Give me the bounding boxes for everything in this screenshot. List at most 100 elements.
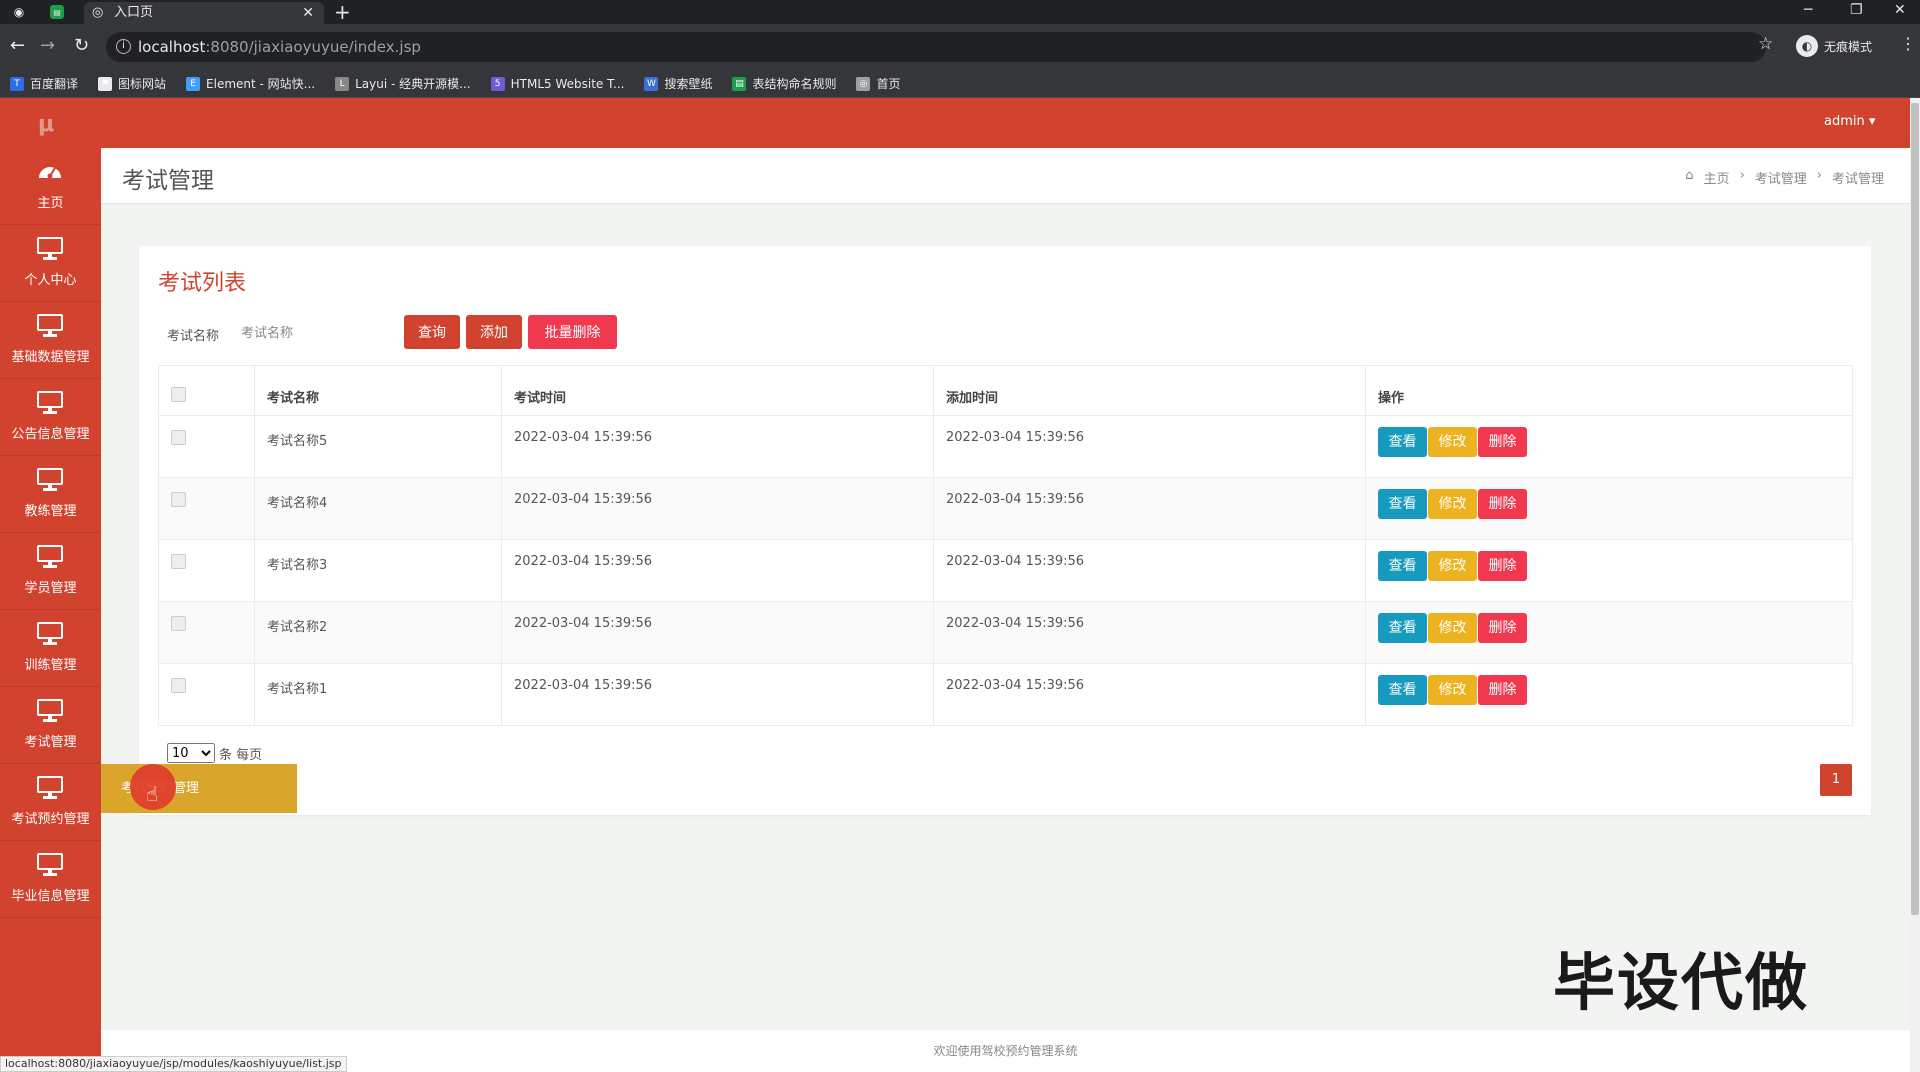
bookmark-item[interactable]: E Element - 网站快... (186, 75, 315, 92)
cell-add-time: 2022-03-04 15:39:56 (933, 663, 1366, 726)
table-row: 考试名称2 2022-03-04 15:39:56 2022-03-04 15:39… (158, 601, 1853, 664)
view-button[interactable]: 查看 (1378, 551, 1427, 581)
sidebar-item[interactable]: 训练管理 (0, 610, 101, 687)
close-window-icon[interactable]: ✕ (1894, 0, 1906, 20)
bookmark-item[interactable]: ◎ 首页 (856, 75, 901, 92)
sidebar-item[interactable]: 毕业信息管理 (0, 841, 101, 918)
edit-button[interactable]: 修改 (1428, 427, 1477, 457)
breadcrumb-home[interactable]: 主页 (1704, 168, 1730, 187)
exam-list-card: 考试列表 考试名称 查询 添加 批量删除 考试名称 考试时间 添加时间 操作 考… (139, 246, 1871, 815)
delete-button[interactable]: 删除 (1478, 427, 1527, 457)
add-button[interactable]: 添加 (466, 315, 522, 349)
bookmark-item[interactable]: L Layui - 经典开源模... (335, 75, 471, 92)
table-header-row: 考试名称 考试时间 添加时间 操作 (158, 365, 1853, 416)
monitor-icon (37, 545, 63, 568)
info-icon[interactable]: i (116, 39, 131, 54)
bookmark-label: Layui - 经典开源模... (355, 77, 471, 91)
browser-menu-icon[interactable]: ⋮ (1900, 34, 1916, 53)
baidu-translate-icon: T (10, 76, 24, 91)
address-bar[interactable]: i localhost:8080/jiaxiaoyuyue/index.jsp (106, 32, 1766, 62)
bookmark-item[interactable]: W 搜索壁纸 (644, 75, 712, 92)
breadcrumb-section[interactable]: 考试管理 (1755, 168, 1807, 187)
page-size-select[interactable]: 10 (167, 743, 215, 763)
exam-name: 考试名称2 (267, 620, 328, 635)
bookmark-item[interactable]: ▤ 表结构命名规则 (732, 75, 836, 92)
sheet-tab-icon[interactable]: ▤ (50, 5, 64, 19)
cell-actions: 查看 修改 删除 (1365, 415, 1853, 478)
bookmark-item[interactable]: T 百度翻译 (10, 75, 78, 92)
dashboard-icon (37, 160, 63, 182)
breadcrumb-separator: › (1739, 168, 1745, 183)
minimize-icon[interactable]: ─ (1804, 0, 1812, 20)
batch-delete-button[interactable]: 批量删除 (528, 315, 617, 349)
browser-tab-strip: ◉ ▤ ◎ 入口页 ✕ + ─ ❐ ✕ (0, 0, 1920, 24)
incognito-icon: ◐ (1796, 35, 1818, 57)
edit-button[interactable]: 修改 (1428, 675, 1477, 705)
row-checkbox[interactable] (171, 554, 186, 569)
pagination-page-1[interactable]: 1 (1820, 764, 1852, 796)
cell-add-time: 2022-03-04 15:39:56 (933, 477, 1366, 540)
monitor-icon (37, 776, 63, 799)
sidebar-item[interactable]: 考试管理 (0, 687, 101, 764)
row-checkbox[interactable] (171, 616, 186, 631)
delete-button[interactable]: 删除 (1478, 489, 1527, 519)
view-button[interactable]: 查看 (1378, 427, 1427, 457)
cell-exam-time: 2022-03-04 15:39:56 (501, 663, 934, 726)
close-tab-icon[interactable]: ✕ (302, 2, 314, 24)
cell-add-time: 2022-03-04 15:39:56 (933, 539, 1366, 602)
breadcrumb-separator: › (1816, 168, 1822, 183)
bookmark-star-icon[interactable]: ☆ (1758, 34, 1773, 54)
html5-icon: 5 (490, 76, 505, 91)
forward-icon[interactable]: → (40, 36, 55, 56)
bookmark-item[interactable]: ⚑ 图标网站 (98, 75, 166, 92)
row-checkbox[interactable] (171, 678, 186, 693)
sidebar-item[interactable]: 考试预约管理 (0, 764, 101, 841)
table-row: 考试名称3 2022-03-04 15:39:56 2022-03-04 15:39… (158, 539, 1853, 602)
monitor-icon (37, 699, 63, 722)
sidebar-item[interactable]: 主页 (0, 148, 101, 225)
new-tab-icon[interactable]: + (334, 0, 351, 24)
browser-app-icon[interactable]: ◉ (10, 3, 28, 21)
view-button[interactable]: 查看 (1378, 675, 1427, 705)
view-button[interactable]: 查看 (1378, 613, 1427, 643)
select-all-checkbox[interactable] (171, 387, 186, 402)
row-checkbox[interactable] (171, 492, 186, 507)
delete-button[interactable]: 删除 (1478, 551, 1527, 581)
cell-add-time: 2022-03-04 15:39:56 (933, 415, 1366, 478)
row-checkbox[interactable] (171, 430, 186, 445)
sidebar-item[interactable]: 个人中心 (0, 225, 101, 302)
bookmark-label: 首页 (876, 77, 901, 91)
row-select-cell (158, 539, 255, 602)
delete-button[interactable]: 删除 (1478, 675, 1527, 705)
active-tab[interactable]: ◎ 入口页 ✕ (84, 2, 324, 24)
sidebar-item[interactable]: 公告信息管理 (0, 379, 101, 456)
edit-button[interactable]: 修改 (1428, 613, 1477, 643)
monitor-icon (37, 622, 63, 645)
bookmark-item[interactable]: 5 HTML5 Website T... (490, 76, 624, 91)
incognito-indicator[interactable]: ◐ 无痕模式 (1796, 35, 1872, 57)
reload-icon[interactable]: ↻ (74, 36, 89, 56)
cell-exam-time: 2022-03-04 15:39:56 (501, 601, 934, 664)
exam-name-search-input[interactable] (237, 318, 397, 348)
exam-time: 2022-03-04 15:39:56 (514, 554, 653, 569)
view-button[interactable]: 查看 (1378, 489, 1427, 519)
sidebar-item[interactable]: 学员管理 (0, 533, 101, 610)
globe-icon: ◎ (92, 5, 104, 20)
sidebar-item[interactable]: 基础数据管理 (0, 302, 101, 379)
sidebar-item-label: 毕业信息管理 (11, 889, 90, 904)
exam-table: 考试名称 考试时间 添加时间 操作 考试名称5 2022-03-04 15:39:… (158, 365, 1853, 726)
url-path: :8080/jiaxiaoyuyue/index.jsp (205, 38, 421, 56)
search-button[interactable]: 查询 (404, 315, 460, 349)
edit-button[interactable]: 修改 (1428, 551, 1477, 581)
exam-name: 考试名称3 (267, 558, 328, 573)
back-icon[interactable]: ← (10, 36, 25, 56)
edit-button[interactable]: 修改 (1428, 489, 1477, 519)
page-header: 考试管理 ⌂ 主页 › 考试管理 › 考试管理 (101, 148, 1910, 204)
restore-icon[interactable]: ❐ (1850, 0, 1863, 20)
delete-button[interactable]: 删除 (1478, 613, 1527, 643)
status-bar-url: localhost:8080/jiaxiaoyuyue/jsp/modules/… (0, 1056, 347, 1072)
app-logo[interactable]: μ (38, 112, 54, 137)
scrollbar-thumb[interactable] (1911, 103, 1919, 915)
sidebar-item[interactable]: 教练管理 (0, 456, 101, 533)
user-menu[interactable]: admin ▾ (1824, 114, 1875, 129)
